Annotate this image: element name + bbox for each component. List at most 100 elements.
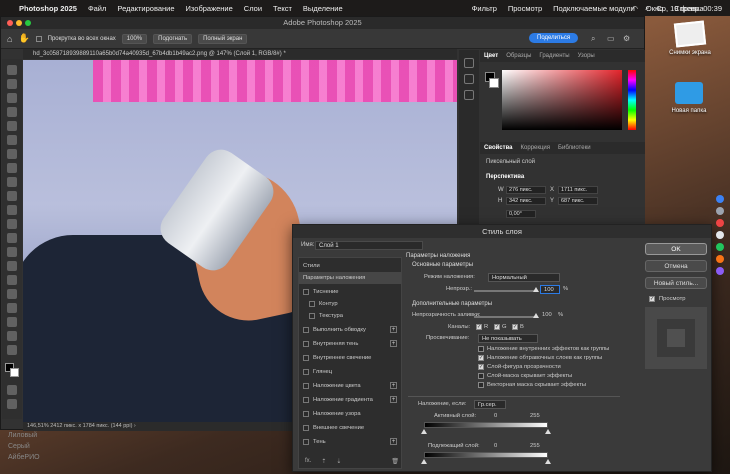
magic-wand-icon[interactable]	[7, 107, 17, 117]
menu-text[interactable]: Текст	[273, 4, 292, 13]
zoom-100-button[interactable]: 100%	[121, 33, 148, 44]
fill-opacity-slider[interactable]	[474, 316, 536, 318]
this-layer-gradient[interactable]	[424, 422, 548, 428]
style-checkbox[interactable]	[303, 341, 309, 347]
style-inner-shadow[interactable]: Внутренняя тень +	[299, 338, 401, 350]
tab-properties[interactable]: Свойства	[484, 142, 513, 154]
search-icon[interactable]: ⌕	[591, 34, 595, 44]
eraser-icon[interactable]	[7, 219, 17, 229]
ok-button[interactable]: OK	[645, 243, 707, 255]
screenshots-folder[interactable]: Снимки экрана	[668, 20, 712, 56]
move-up-icon[interactable]: ⇡	[321, 458, 326, 469]
hue-slider[interactable]	[628, 70, 636, 130]
home-icon[interactable]: ⌂	[7, 34, 12, 44]
move-down-icon[interactable]: ⇣	[336, 458, 341, 469]
add-effect-icon[interactable]: +	[390, 340, 397, 347]
add-effect-icon[interactable]: +	[390, 438, 397, 445]
history-brush-icon[interactable]	[7, 205, 17, 215]
style-texture[interactable]: Текстура	[299, 310, 401, 322]
rectangle-tool-icon[interactable]	[7, 317, 17, 327]
menu-filter[interactable]: Фильтр	[472, 4, 497, 13]
fill-opacity-slider-handle[interactable]	[533, 313, 539, 318]
actions-panel-icon[interactable]	[464, 74, 474, 84]
style-outer-glow[interactable]: Внешнее свечение	[299, 422, 401, 434]
tag-dot-icon[interactable]	[716, 267, 724, 275]
blur-tool-icon[interactable]	[7, 247, 17, 257]
layer-mask-hides-checkbox[interactable]	[478, 373, 484, 379]
type-tool-icon[interactable]	[7, 289, 17, 299]
menu-view[interactable]: Просмотр	[508, 4, 542, 13]
menu-select[interactable]: Выделение	[303, 4, 343, 13]
pen-tool-icon[interactable]	[7, 275, 17, 285]
tag-dot-icon[interactable]	[716, 243, 724, 251]
underlying-black-handle[interactable]	[421, 459, 427, 464]
new-folder[interactable]: Новая папка	[664, 82, 714, 114]
knockout-select[interactable]: Не показывать	[478, 334, 538, 343]
dodge-tool-icon[interactable]	[7, 261, 17, 271]
fx-menu-button[interactable]: fx.	[305, 458, 311, 469]
bg-color-chip[interactable]	[489, 78, 499, 88]
style-blending-options[interactable]: Параметры наложения	[299, 272, 401, 284]
color-picker-field[interactable]	[502, 70, 622, 130]
name-field[interactable]: Слой 1	[315, 241, 423, 250]
internal-effects-checkbox[interactable]	[478, 346, 484, 352]
tag-dot-icon[interactable]	[716, 231, 724, 239]
menu-edit[interactable]: Редактирование	[117, 4, 174, 13]
style-checkbox[interactable]	[303, 383, 309, 389]
this-layer-white-handle[interactable]	[545, 429, 551, 434]
underlying-white-handle[interactable]	[545, 459, 551, 464]
hand-tool-icon[interactable]	[7, 331, 17, 341]
delete-effect-icon[interactable]: 🗑	[391, 458, 399, 469]
new-style-button[interactable]: Новый стиль...	[645, 277, 707, 289]
document-tab[interactable]: hd_3c058718939889110a65b0d74a40935d_67b4…	[23, 49, 457, 59]
eyedropper-icon[interactable]	[7, 149, 17, 159]
screen-mode-icon[interactable]	[7, 399, 17, 409]
style-checkbox[interactable]	[303, 397, 309, 403]
style-checkbox[interactable]	[303, 369, 309, 375]
tag-dot-icon[interactable]	[716, 207, 724, 215]
add-effect-icon[interactable]: +	[390, 326, 397, 333]
workspace-icon[interactable]: ▭	[607, 34, 615, 43]
channel-g-checkbox[interactable]: ✓	[494, 324, 500, 330]
stamp-tool-icon[interactable]	[7, 191, 17, 201]
style-checkbox[interactable]	[303, 327, 309, 333]
style-bevel[interactable]: Тиснение	[299, 286, 401, 298]
style-checkbox[interactable]	[303, 289, 309, 295]
add-effect-icon[interactable]: +	[390, 382, 397, 389]
tab-patterns[interactable]: Узоры	[578, 50, 595, 62]
transparency-shapes-checkbox[interactable]: ✓	[478, 364, 484, 370]
tab-adjustments[interactable]: Коррекция	[521, 142, 551, 154]
opacity-field[interactable]: 100	[540, 285, 560, 294]
channel-b-checkbox[interactable]: ✓	[512, 324, 518, 330]
sidebar-item[interactable]: АйбеРИО	[0, 452, 60, 463]
quick-mask-icon[interactable]	[7, 385, 17, 395]
style-stroke[interactable]: Выполнить обводку +	[299, 324, 401, 336]
menu-plugins[interactable]: Подключаемые модули	[553, 4, 635, 13]
cancel-button[interactable]: Отмена	[645, 260, 707, 272]
zoom-tool-icon[interactable]	[7, 345, 17, 355]
settings-icon[interactable]: ⚙	[623, 34, 630, 43]
x-field[interactable]: 1711 пикс.	[558, 186, 598, 194]
sidebar-item[interactable]: Лиловый	[0, 430, 60, 441]
opacity-slider[interactable]	[474, 290, 536, 292]
fit-screen-button[interactable]: Подогнать	[153, 33, 193, 44]
clock-datetime[interactable]: Ср, 19 февр. 00:39	[656, 4, 722, 13]
height-field[interactable]: 342 пикс.	[506, 197, 546, 205]
style-checkbox[interactable]	[303, 425, 309, 431]
style-gradient-overlay[interactable]: Наложение градиента +	[299, 394, 401, 406]
zoom-window-icon[interactable]	[25, 20, 31, 26]
scroll-all-checkbox[interactable]	[35, 35, 42, 42]
menu-app-name[interactable]: Photoshop 2025	[19, 4, 77, 13]
lasso-tool-icon[interactable]	[7, 93, 17, 103]
style-inner-glow[interactable]: Внутреннее свечение	[299, 352, 401, 364]
menu-image[interactable]: Изображение	[186, 4, 233, 13]
brush-tool-icon[interactable]	[7, 177, 17, 187]
layers-panel-icon[interactable]	[464, 90, 474, 100]
add-effect-icon[interactable]: +	[390, 396, 397, 403]
width-field[interactable]: 276 пикс.	[506, 186, 546, 194]
history-panel-icon[interactable]	[464, 58, 474, 68]
style-checkbox[interactable]	[303, 355, 309, 361]
sidebar-item[interactable]: Серый	[0, 441, 60, 452]
tag-dot-icon[interactable]	[716, 255, 724, 263]
style-checkbox[interactable]	[303, 411, 309, 417]
